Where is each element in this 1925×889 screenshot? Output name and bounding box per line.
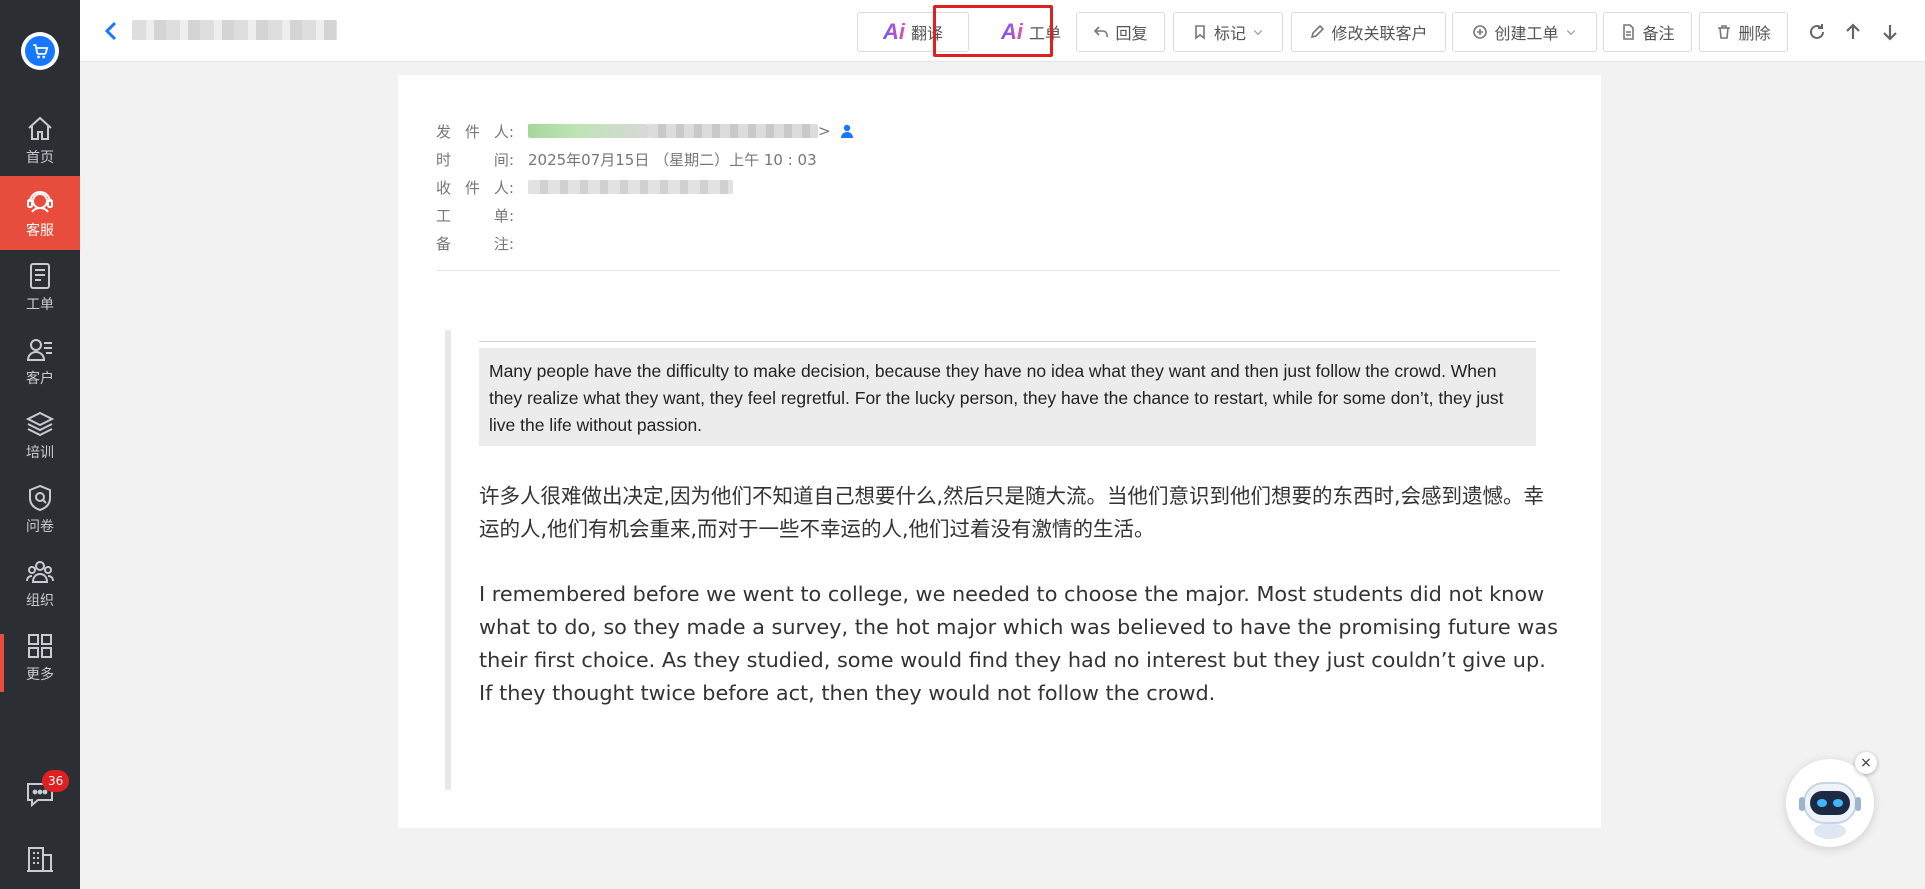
refresh-icon[interactable] — [1807, 22, 1827, 42]
ai-ticket-button[interactable]: Ai 工单 — [975, 12, 1087, 52]
note-row: 备注: — [436, 229, 855, 257]
ticket-label: 工单: — [436, 206, 514, 225]
sidebar-item-label: 问卷 — [26, 518, 54, 535]
sidebar-item-survey[interactable]: 问卷 — [0, 472, 80, 546]
sidebar-item-ticket[interactable]: 工单 — [0, 250, 80, 324]
toolbar: Ai 翻译 Ai 工单 回复 标记 修改关联客户 创建工单 备注 删除 — [80, 0, 1925, 62]
reply-label: 回复 — [1115, 24, 1148, 43]
headset-icon — [27, 190, 53, 213]
sidebar-item-org[interactable]: 组织 — [0, 546, 80, 620]
app-logo[interactable] — [21, 32, 59, 70]
close-icon[interactable]: × — [1855, 752, 1877, 774]
edit-customer-button[interactable]: 修改关联客户 — [1291, 12, 1446, 52]
note-label: 备注: — [436, 234, 514, 253]
original-divider — [479, 341, 1536, 342]
survey-icon — [29, 484, 51, 511]
sender-label: 发件人: — [436, 122, 514, 141]
sidebar-item-label: 工单 — [26, 296, 54, 313]
reply-button[interactable]: 回复 — [1076, 12, 1165, 52]
quote-bar — [445, 330, 451, 790]
home-icon — [28, 116, 52, 140]
sidebar-item-service[interactable]: 客服 — [0, 176, 80, 250]
sidebar-item-label: 培训 — [26, 444, 54, 461]
sidebar-item-label: 更多 — [26, 666, 54, 683]
ticket-row: 工单: — [436, 201, 855, 229]
sidebar: 首页 客服 工单 客户 培训 问卷 组织 更多 36 — [0, 0, 80, 889]
chevron-down-icon — [1566, 30, 1575, 36]
recipient-label: 收件人: — [436, 178, 514, 197]
time-value: 2025年07月15日 （星期二）上午 10 : 03 — [528, 150, 817, 169]
delete-label: 删除 — [1738, 24, 1771, 43]
sender-redacted — [528, 124, 648, 138]
delete-button[interactable]: 删除 — [1699, 12, 1788, 52]
ticket-icon — [30, 262, 50, 289]
document-icon — [1623, 24, 1635, 40]
sidebar-item-label: 组织 — [26, 592, 54, 609]
unread-badge: 36 — [42, 770, 70, 792]
sidebar-item-home[interactable]: 首页 — [0, 103, 80, 177]
nav-accent — [0, 634, 4, 692]
layers-icon — [25, 411, 55, 436]
plus-circle-icon — [1473, 25, 1488, 39]
translation-text: 许多人很难做出决定,因为他们不知道自己想要什么,然后只是随大流。当他们意识到他们… — [479, 484, 1545, 541]
sidebar-item-more[interactable]: 更多 — [0, 620, 80, 694]
sidebar-item-customer[interactable]: 客户 — [0, 324, 80, 398]
mail-meta: 发件人: > 时间: 2025年07月15日 （星期二）上午 10 : 03 收… — [436, 117, 855, 257]
user-icon[interactable] — [839, 123, 855, 139]
sidebar-item-label: 客户 — [26, 370, 54, 387]
mark-label: 标记 — [1213, 24, 1246, 43]
sender-address-redacted — [648, 124, 818, 138]
divider — [436, 270, 1560, 271]
reply-icon — [1094, 26, 1109, 37]
time-row: 时间: 2025年07月15日 （星期二）上午 10 : 03 — [436, 145, 855, 173]
arrow-down-icon[interactable] — [1880, 22, 1900, 42]
building-icon[interactable] — [24, 843, 56, 875]
translate-label: 翻译 — [910, 24, 943, 43]
ai-icon: Ai — [1000, 19, 1023, 44]
sender-row: 发件人: > — [436, 117, 855, 145]
chevron-down-icon — [1253, 30, 1263, 36]
pencil-icon — [1311, 24, 1325, 39]
sender-suffix: > — [818, 122, 831, 140]
time-label: 时间: — [436, 150, 514, 169]
mail-panel: 发件人: > 时间: 2025年07月15日 （星期二）上午 10 : 03 收… — [398, 75, 1601, 828]
create-ticket-label: 创建工单 — [1494, 24, 1559, 43]
sidebar-item-label: 首页 — [26, 149, 54, 166]
original-text-block: Many people have the difficulty to make … — [479, 348, 1536, 446]
arrow-up-icon[interactable] — [1843, 22, 1863, 42]
recipient-row: 收件人: — [436, 173, 855, 201]
ai-icon: Ai — [882, 19, 905, 44]
note-button[interactable]: 备注 — [1603, 12, 1692, 52]
translate-button[interactable]: Ai 翻译 — [857, 12, 969, 52]
sidebar-item-label: 客服 — [26, 222, 54, 239]
cart-icon — [25, 36, 55, 66]
customer-icon — [26, 338, 52, 361]
create-ticket-dropdown[interactable]: 创建工单 — [1452, 12, 1597, 52]
ai-ticket-label: 工单 — [1028, 24, 1061, 43]
trash-icon — [1718, 25, 1731, 39]
edit-customer-label: 修改关联客户 — [1331, 24, 1428, 43]
team-icon — [26, 560, 54, 583]
bookmark-icon — [1195, 25, 1205, 40]
note-label: 备注 — [1642, 24, 1675, 43]
email-subject-redacted — [132, 20, 337, 40]
sidebar-item-training[interactable]: 培训 — [0, 398, 80, 472]
recipient-redacted — [528, 180, 733, 194]
email-body-text: I remembered before we went to college, … — [479, 582, 1558, 705]
chevron-left-icon[interactable] — [102, 20, 120, 42]
mark-dropdown[interactable]: 标记 — [1173, 12, 1283, 52]
grid-icon — [28, 633, 52, 658]
